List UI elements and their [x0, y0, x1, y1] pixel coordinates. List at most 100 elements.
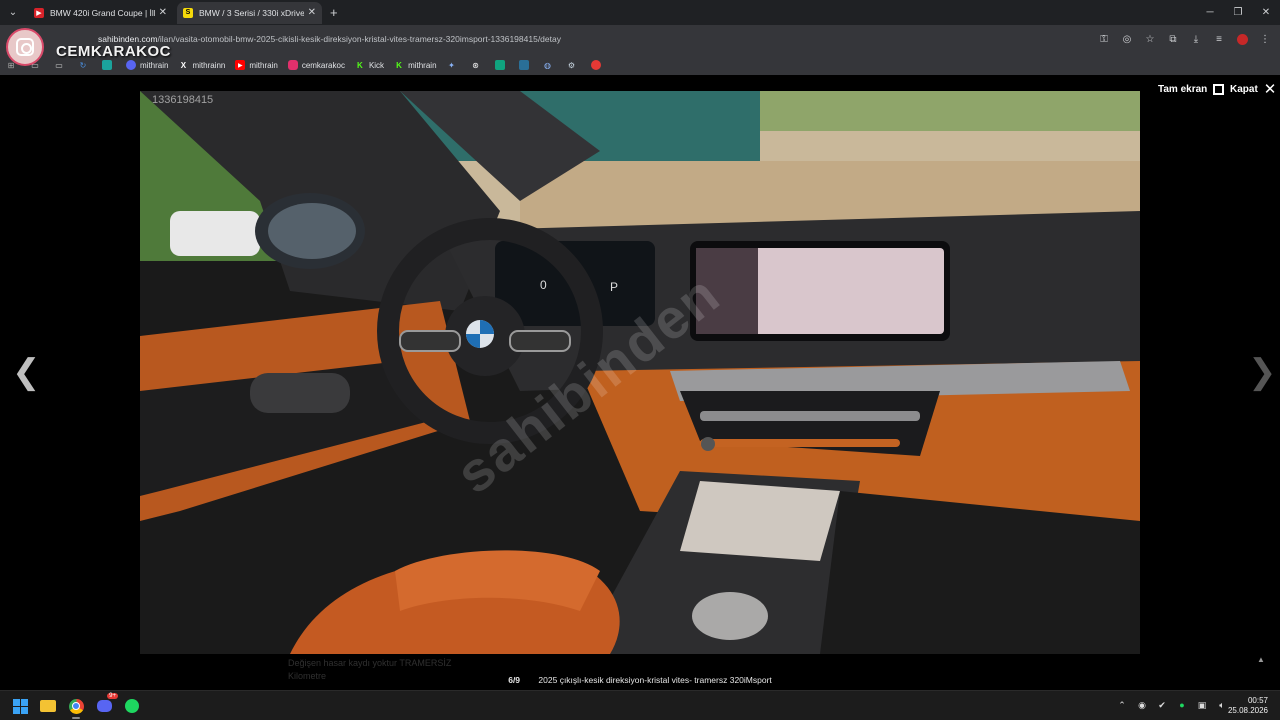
bookmark-youtube-mithrain[interactable]: ▶ mithrain	[235, 60, 278, 70]
app-icon	[494, 60, 505, 70]
x-icon: X	[180, 60, 187, 70]
app-icon	[518, 60, 529, 70]
photo-counter: 6/9	[508, 675, 521, 685]
bookmark-discord-mithrain[interactable]: mithrain	[126, 60, 168, 70]
bookmark-star-icon[interactable]: ☆	[1143, 32, 1157, 46]
tab-title: BMW 420i Grand Coupe | İlk Be	[50, 7, 155, 18]
bookmark-app[interactable]: ◍	[543, 60, 557, 70]
tab-bmw-420i[interactable]: ▶ BMW 420i Grand Coupe | İlk Be ✕	[28, 2, 173, 24]
discord-taskbar-button[interactable]: 9+	[94, 693, 118, 716]
bookmark-x-mithrainn[interactable]: Xmithrainn	[178, 60, 226, 70]
photo-caption: 6/9 2025 çıkışlı-kesik direksiyon-krista…	[0, 675, 1280, 685]
youtube-favicon-icon: ▶	[34, 7, 44, 18]
app-icon	[590, 60, 601, 70]
bookmark-instagram-cemkarakoc[interactable]: cemkarakoc	[287, 60, 345, 70]
address-bar: sahibinden.com/ilan/vasita-otomobil-bmw-…	[0, 25, 1280, 55]
sahibinden-favicon-icon: S	[183, 7, 193, 18]
volume-icon[interactable]: 🔈︎	[1216, 699, 1228, 711]
car-interior-photo: 0 P 1336198415 sahibinden	[140, 91, 1140, 654]
fullscreen-label: Tam ekran	[1158, 84, 1208, 95]
window-controls: ─ ❐ ✕	[1196, 0, 1280, 25]
download-icon[interactable]: ⤓	[1189, 32, 1203, 46]
restore-icon[interactable]: ❐	[1224, 0, 1252, 25]
close-tab-icon[interactable]: ✕	[159, 7, 167, 18]
bookmark-app[interactable]	[590, 60, 605, 70]
cluster-speed-label: 0	[540, 278, 547, 292]
ad-id-overlay: 1336198415	[152, 94, 214, 106]
folder-icon: ▭	[55, 60, 63, 70]
clock-date: 25.08.2026	[1227, 706, 1268, 715]
bookmark-kick-mithrain[interactable]: Kmithrain	[394, 60, 436, 70]
tab-bmw-3-serisi[interactable]: S BMW / 3 Serisi / 330i xDrive / M ✕	[177, 1, 322, 24]
bookmark-openai[interactable]: ⊛	[471, 60, 485, 70]
chevron-up-icon[interactable]: ⌃	[1116, 699, 1128, 711]
system-clock[interactable]: 00:57 25.08.2026	[1228, 696, 1268, 716]
faded-line: Değişen hasar kaydı yoktur TRAMERSİZ	[288, 658, 452, 668]
photo-gallery-viewer: Tam ekran Kapat ✕ ❮ ❯ 0 P 1336198415 sah…	[0, 75, 1280, 690]
folder-bookmark[interactable]: ▭	[54, 60, 68, 70]
discord-tray-icon[interactable]: ◉	[1136, 699, 1148, 711]
scroll-up-icon[interactable]: ▲	[1257, 655, 1265, 664]
cluster-gear-label: P	[610, 280, 618, 294]
close-window-icon[interactable]: ✕	[1252, 0, 1280, 25]
photo-caption-text: 2025 çıkışlı-kesik direksiyon-kristal vi…	[538, 675, 772, 685]
close-label: Kapat	[1230, 84, 1258, 95]
bookmark-steam[interactable]: ⚙	[567, 60, 581, 70]
system-tray: ⌃ ◉ ✔ ● ▣ 🔈︎	[1116, 699, 1228, 711]
bookmarks-bar: ⊞ ▭ ▭ ↻ mithrain Xmithrainn ▶ mithrain ce…	[0, 55, 1280, 75]
device-tray-icon[interactable]: ▣	[1196, 699, 1208, 711]
tab-title: BMW / 3 Serisi / 330i xDrive / M	[199, 7, 304, 18]
chrome-taskbar-button[interactable]	[66, 696, 86, 719]
app-icon: ◍	[544, 60, 551, 70]
previous-photo-arrow-icon[interactable]: ❮	[12, 352, 41, 392]
profile-avatar-icon[interactable]	[1235, 32, 1249, 46]
vpn-tray-icon[interactable]: ✔	[1156, 699, 1168, 711]
notification-badge: 9+	[107, 693, 118, 699]
toolbar-icons: ⚿ ◎ ☆ ⧉ ⤓ ≡ ⋮	[1097, 32, 1272, 46]
sync-icon: ↻	[79, 60, 87, 70]
start-button[interactable]	[10, 696, 30, 716]
next-photo-arrow-icon[interactable]: ❯	[1248, 352, 1277, 392]
taskbar-apps: 9+	[10, 693, 142, 719]
sparkle-icon: ✦	[448, 60, 455, 70]
fullscreen-button[interactable]: Tam ekran	[1158, 84, 1225, 95]
extensions-icon[interactable]: ⧉	[1166, 32, 1180, 46]
instagram-icon	[287, 60, 298, 70]
kick-icon: K	[396, 60, 402, 70]
bookmark-app[interactable]	[494, 60, 509, 70]
close-gallery-button[interactable]: Kapat ✕	[1230, 80, 1277, 98]
spotify-tray-icon[interactable]: ●	[1176, 699, 1188, 711]
youtube-icon: ▶	[235, 60, 246, 70]
eye-off-icon[interactable]: ◎	[1120, 32, 1134, 46]
close-tab-icon[interactable]: ✕	[308, 7, 316, 18]
bookmark-app[interactable]	[518, 60, 533, 70]
discord-icon	[96, 700, 112, 712]
fullscreen-icon	[1213, 84, 1225, 95]
green-app-bookmark[interactable]	[102, 60, 116, 70]
new-tab-button[interactable]: +	[330, 5, 338, 20]
minimize-icon[interactable]: ─	[1196, 0, 1224, 25]
app-icon	[102, 60, 112, 70]
instagram-overlay-icon	[6, 28, 44, 66]
bookmark-kick[interactable]: K Kick	[355, 60, 384, 70]
spotify-taskbar-button[interactable]	[122, 696, 142, 716]
menu-kebab-icon[interactable]: ⋮	[1258, 32, 1272, 46]
url-path: /ilan/vasita-otomobil-bmw-2025-cikisli-k…	[157, 34, 561, 44]
chrome-icon	[68, 698, 84, 714]
spotify-icon	[125, 699, 139, 713]
streamer-name: CEMKARAKOC	[56, 43, 171, 60]
close-icon: ✕	[1263, 80, 1277, 98]
folder-icon	[40, 700, 56, 712]
kick-icon: K	[357, 60, 363, 70]
bookmark-sparkle[interactable]: ✦	[447, 60, 461, 70]
steam-icon: ⚙	[567, 60, 576, 70]
discord-icon	[126, 60, 136, 70]
sync-bookmark[interactable]: ↻	[78, 60, 92, 70]
openai-icon: ⊛	[472, 60, 479, 70]
windows-logo-icon	[12, 698, 28, 714]
file-explorer-button[interactable]	[38, 696, 58, 716]
password-key-icon[interactable]: ⚿	[1097, 32, 1111, 46]
media-control-icon[interactable]: ≡	[1212, 32, 1226, 46]
tab-search-button[interactable]: ⌄	[2, 2, 24, 24]
browser-tab-bar: ⌄ ▶ BMW 420i Grand Coupe | İlk Be ✕ S BM…	[0, 0, 1280, 25]
